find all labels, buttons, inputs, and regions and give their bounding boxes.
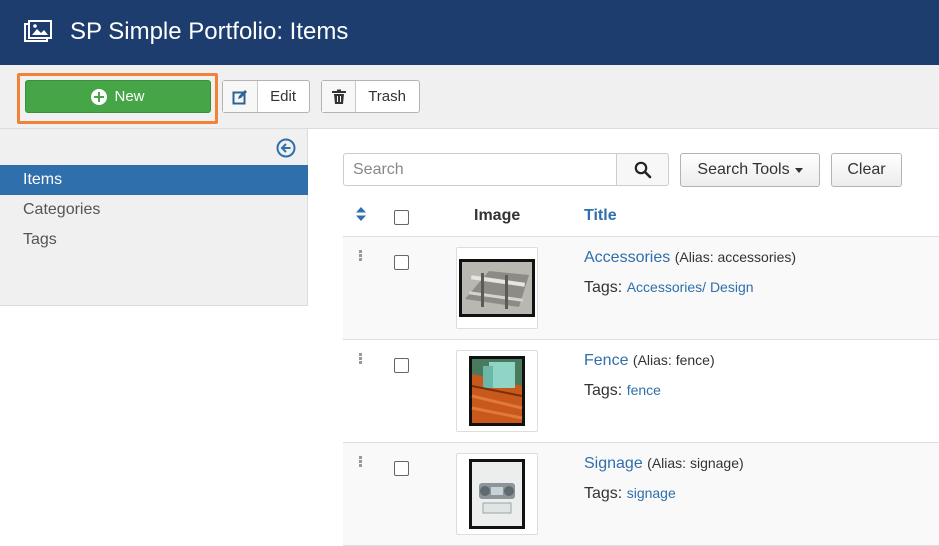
drag-handle-icon[interactable]: [359, 250, 363, 262]
new-button-label: New: [114, 88, 145, 105]
caret-down-icon: [794, 167, 803, 173]
edit-icon: [223, 81, 259, 112]
search-input[interactable]: [343, 153, 617, 186]
item-title: Fence (Alias: fence): [584, 352, 715, 370]
tag-link[interactable]: Accessories/ Design: [627, 279, 754, 295]
search-button[interactable]: [616, 153, 669, 186]
sidebar-item-tags[interactable]: Tags: [0, 225, 308, 255]
tag-link[interactable]: fence: [627, 382, 661, 398]
drag-handle-icon[interactable]: [359, 353, 363, 365]
edit-button-label: Edit: [270, 88, 296, 105]
accessories-image: [459, 259, 535, 317]
row-checkbox[interactable]: [394, 358, 409, 373]
item-alias: (Alias: signage): [647, 455, 744, 471]
search-tools-button[interactable]: Search Tools: [680, 153, 820, 187]
page-header: SP Simple Portfolio: Items: [0, 0, 939, 65]
page-title: SP Simple Portfolio: Items: [70, 18, 349, 45]
collapse-sidebar-icon[interactable]: [276, 138, 296, 158]
item-tags: Tags: Accessories/ Design: [584, 279, 754, 296]
select-all-checkbox[interactable]: [394, 210, 409, 225]
plus-circle-icon: [91, 88, 108, 105]
item-title-link[interactable]: Fence: [584, 352, 628, 369]
item-thumbnail: [456, 247, 538, 329]
column-header-image: Image: [474, 207, 521, 224]
new-button[interactable]: New: [25, 80, 211, 113]
column-header-title[interactable]: Title: [584, 207, 617, 225]
item-tags: Tags: fence: [584, 382, 661, 399]
item-title: Signage (Alias: signage): [584, 455, 744, 473]
trash-button-label: Trash: [368, 88, 406, 105]
item-alias: (Alias: accessories): [674, 249, 797, 265]
sidebar-item-items[interactable]: Items: [0, 165, 308, 195]
sidebar: Items Categories Tags: [0, 129, 308, 306]
item-title-link[interactable]: Accessories: [584, 249, 670, 266]
tag-link[interactable]: signage: [627, 485, 676, 501]
row-checkbox[interactable]: [394, 255, 409, 270]
table-header: [343, 196, 939, 237]
fence-image: [469, 356, 525, 426]
sidebar-item-categories[interactable]: Categories: [0, 195, 308, 225]
image-icon: [24, 20, 52, 42]
clear-button[interactable]: Clear: [831, 153, 902, 187]
signage-image: [469, 459, 525, 529]
item-thumbnail: [456, 350, 538, 432]
trash-button[interactable]: Trash: [321, 80, 420, 113]
row-checkbox[interactable]: [394, 461, 409, 476]
item-tags: Tags: signage: [584, 485, 676, 502]
search-icon: [634, 161, 651, 178]
item-title: Accessories (Alias: accessories): [584, 249, 796, 267]
item-thumbnail: [456, 453, 538, 535]
sort-icon[interactable]: [356, 207, 366, 221]
item-alias: (Alias: fence): [632, 352, 715, 368]
drag-handle-icon[interactable]: [359, 456, 363, 468]
edit-button[interactable]: Edit: [222, 80, 310, 113]
trash-icon: [322, 81, 357, 112]
item-title-link[interactable]: Signage: [584, 455, 643, 472]
